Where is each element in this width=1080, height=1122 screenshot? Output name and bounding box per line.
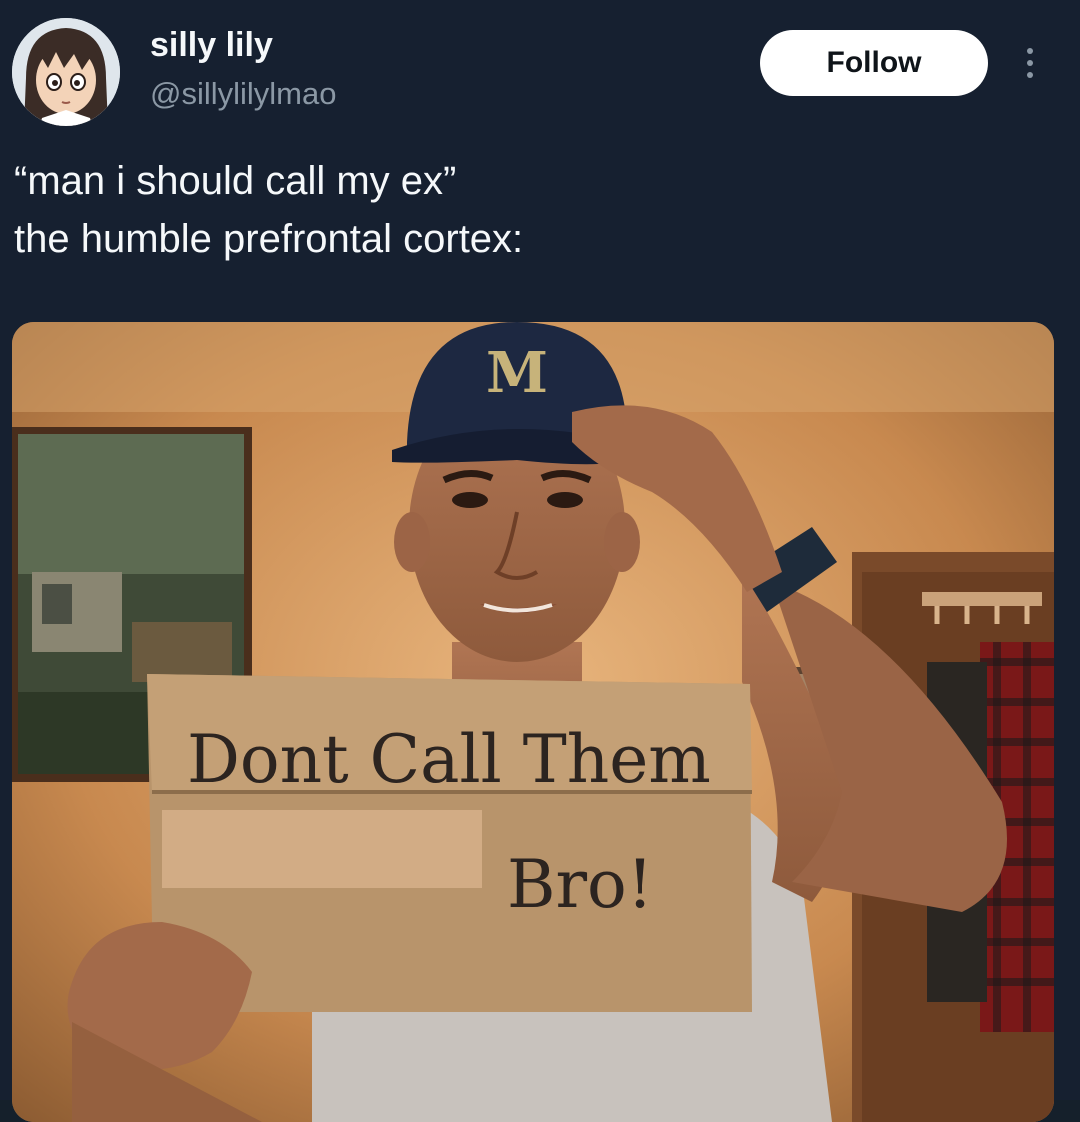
- follow-button[interactable]: Follow: [760, 30, 988, 96]
- cap-logo-letter: M: [486, 340, 548, 406]
- tweet-text: “man i should call my ex” the humble pre…: [14, 152, 1054, 268]
- more-dot: [1027, 60, 1033, 66]
- sign-text-line-2: Bro!: [507, 846, 653, 923]
- author-handle[interactable]: @sillylilylmao: [150, 76, 336, 112]
- tweet-text-line: the humble prefrontal cortex:: [14, 217, 524, 261]
- tweet-text-line: “man i should call my ex”: [14, 159, 457, 203]
- more-dot: [1027, 48, 1033, 54]
- tweet-card: silly lily @sillylilylmao Follow “man i …: [0, 0, 1080, 1122]
- sign-text-line-1: Dont Call Them: [187, 721, 711, 798]
- author-display-name[interactable]: silly lily: [150, 26, 273, 65]
- more-dot: [1027, 72, 1033, 78]
- author-avatar[interactable]: [12, 18, 120, 126]
- photo-illustration: M Dont Call Them Bro!: [12, 322, 1054, 1122]
- more-vertical-icon[interactable]: [1010, 38, 1050, 88]
- tweet-media-image[interactable]: M Dont Call Them Bro!: [12, 322, 1054, 1122]
- avatar-illustration: [12, 18, 120, 126]
